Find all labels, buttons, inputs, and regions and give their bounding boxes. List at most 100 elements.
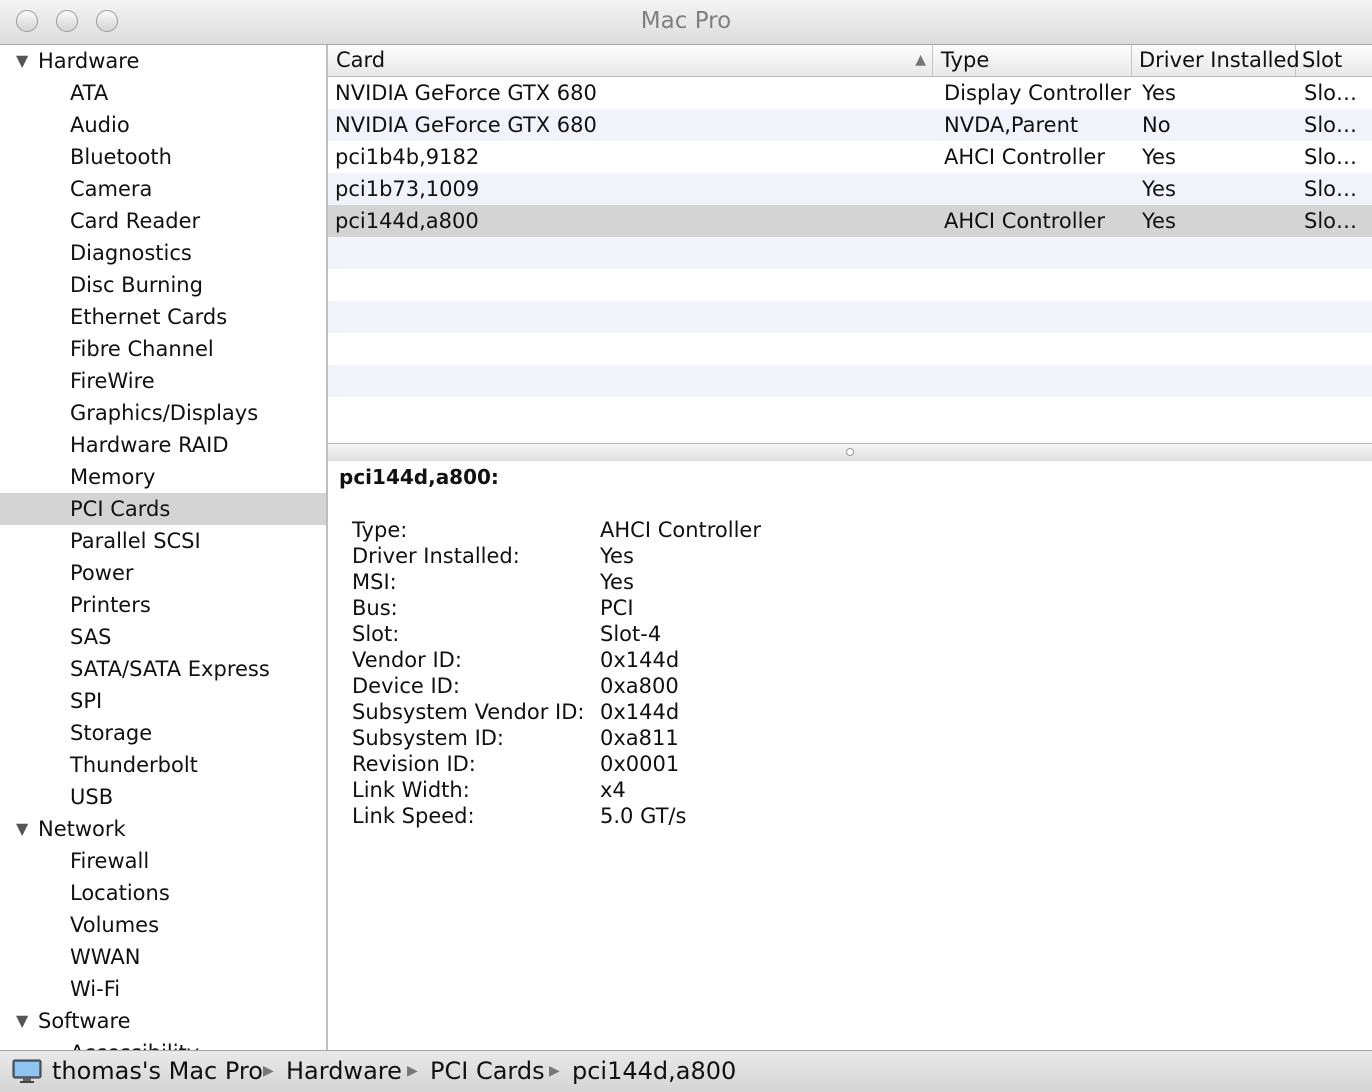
detail-field-value: Slot-4: [600, 622, 662, 646]
detail-field-value: 0x144d: [600, 648, 680, 672]
divider-handle-icon[interactable]: [846, 448, 854, 456]
detail-field: Slot: Slot-4: [352, 621, 661, 647]
sidebar-item-storage[interactable]: Storage: [0, 717, 326, 749]
sidebar-item-spi[interactable]: SPI: [0, 685, 326, 717]
detail-field-key: Driver Installed:: [352, 544, 520, 568]
sidebar-item-usb[interactable]: USB: [0, 781, 326, 813]
sidebar-item-accessibility[interactable]: Accessibility: [0, 1037, 326, 1050]
column-header-slot[interactable]: Slot: [1296, 45, 1372, 76]
detail-field: Subsystem Vendor ID: 0x144d: [352, 699, 679, 725]
sidebar-item-graphics-displays[interactable]: Graphics/Displays: [0, 397, 326, 429]
detail-field-key: Vendor ID:: [352, 648, 462, 672]
sidebar-item-label: SATA/SATA Express: [70, 657, 270, 681]
detail-field-value: AHCI Controller: [600, 518, 761, 542]
sidebar-item-audio[interactable]: Audio: [0, 109, 326, 141]
pci-cards-table[interactable]: Card ▲ Type Driver Installed Slot NVIDIA…: [328, 45, 1372, 443]
sidebar-item-wi-fi[interactable]: Wi-Fi: [0, 973, 326, 1005]
sidebar-group-network[interactable]: ▼ Network: [0, 813, 326, 845]
disclosure-triangle-icon[interactable]: ▼: [16, 1005, 28, 1037]
table-row[interactable]: pci1b4b,9182 AHCI Controller Yes Slo…: [328, 141, 1372, 173]
sidebar-item-thunderbolt[interactable]: Thunderbolt: [0, 749, 326, 781]
sidebar-item-label: Graphics/Displays: [70, 401, 259, 425]
sidebar-item-diagnostics[interactable]: Diagnostics: [0, 237, 326, 269]
table-cell-card: pci1b73,1009: [335, 177, 480, 201]
sidebar-item-camera[interactable]: Camera: [0, 173, 326, 205]
sidebar-item-label: Camera: [70, 177, 153, 201]
sidebar-item-fibre-channel[interactable]: Fibre Channel: [0, 333, 326, 365]
table-row[interactable]: [328, 365, 1372, 397]
sidebar-item-hardware-raid[interactable]: Hardware RAID: [0, 429, 326, 461]
sidebar-item-volumes[interactable]: Volumes: [0, 909, 326, 941]
sidebar-item-label: Disc Burning: [70, 273, 203, 297]
table-body[interactable]: NVIDIA GeForce GTX 680 Display Controller…: [328, 77, 1372, 429]
detail-field: Link Speed: 5.0 GT/s: [352, 803, 686, 829]
sidebar-item-label: Memory: [70, 465, 156, 489]
sidebar-item-label: WWAN: [70, 945, 141, 969]
table-row[interactable]: [328, 301, 1372, 333]
path-crumb-pci-cards[interactable]: PCI Cards: [430, 1057, 545, 1085]
sidebar-item-sas[interactable]: SAS: [0, 621, 326, 653]
path-crumb-computer[interactable]: thomas's Mac Pro: [52, 1057, 263, 1085]
path-crumb-device[interactable]: pci144d,a800: [572, 1057, 736, 1085]
detail-field: MSI: Yes: [352, 569, 634, 595]
sidebar-group-label: Hardware: [38, 49, 140, 73]
table-cell-type: Display Controller: [944, 81, 1132, 105]
detail-field: Bus: PCI: [352, 595, 634, 621]
table-row[interactable]: pci144d,a800 AHCI Controller Yes Slo…: [328, 205, 1372, 237]
detail-field: Link Width: x4: [352, 777, 626, 803]
contents-sidebar[interactable]: ▼ Hardware ATA Audio Bluetooth Camera Card R…: [0, 45, 326, 1050]
sidebar-item-memory[interactable]: Memory: [0, 461, 326, 493]
sidebar-item-firewall[interactable]: Firewall: [0, 845, 326, 877]
sidebar-item-locations[interactable]: Locations: [0, 877, 326, 909]
detail-field: Type: AHCI Controller: [352, 517, 761, 543]
column-header-card[interactable]: Card ▲: [328, 45, 933, 76]
sidebar-item-sata-sata-express[interactable]: SATA/SATA Express: [0, 653, 326, 685]
split-view-divider[interactable]: [328, 443, 1372, 462]
sidebar-item-firewire[interactable]: FireWire: [0, 365, 326, 397]
sidebar-item-bluetooth[interactable]: Bluetooth: [0, 141, 326, 173]
path-separator-icon: ▶: [263, 1063, 274, 1079]
table-row[interactable]: [328, 269, 1372, 301]
table-row[interactable]: [328, 237, 1372, 269]
table-row[interactable]: [328, 333, 1372, 365]
sidebar-item-card-reader[interactable]: Card Reader: [0, 205, 326, 237]
sidebar-item-wwan[interactable]: WWAN: [0, 941, 326, 973]
path-separator-icon: ▶: [407, 1063, 418, 1079]
table-cell-card: pci144d,a800: [335, 209, 479, 233]
sidebar-item-disc-burning[interactable]: Disc Burning: [0, 269, 326, 301]
system-information-window: Mac Pro ▼ Hardware ATA Audio Bluetooth Came…: [0, 0, 1372, 1092]
disclosure-triangle-icon[interactable]: ▼: [16, 813, 28, 845]
sidebar-item-label: Hardware RAID: [70, 433, 229, 457]
sidebar-item-label: Wi-Fi: [70, 977, 121, 1001]
path-crumb-hardware[interactable]: Hardware: [286, 1057, 402, 1085]
detail-field: Device ID: 0xa800: [352, 673, 679, 699]
table-row[interactable]: [328, 397, 1372, 429]
detail-field: Subsystem ID: 0xa811: [352, 725, 679, 751]
sidebar-item-printers[interactable]: Printers: [0, 589, 326, 621]
sidebar-item-parallel-scsi[interactable]: Parallel SCSI: [0, 525, 326, 557]
detail-field-value: x4: [600, 778, 626, 802]
sidebar-item-label: FireWire: [70, 369, 155, 393]
detail-field-key: Subsystem Vendor ID:: [352, 700, 585, 724]
column-header-type[interactable]: Type: [933, 45, 1132, 76]
sidebar-group-software[interactable]: ▼ Software: [0, 1005, 326, 1037]
table-row[interactable]: NVIDIA GeForce GTX 680 Display Controller…: [328, 77, 1372, 109]
sidebar-item-ethernet-cards[interactable]: Ethernet Cards: [0, 301, 326, 333]
table-cell-card: pci1b4b,9182: [335, 145, 480, 169]
detail-field-key: MSI:: [352, 570, 397, 594]
sidebar-item-label: Volumes: [70, 913, 160, 937]
sidebar-item-label: Accessibility: [70, 1041, 199, 1050]
sidebar-item-label: Diagnostics: [70, 241, 192, 265]
sidebar-item-pci-cards[interactable]: PCI Cards: [0, 493, 326, 525]
column-header-driver-installed[interactable]: Driver Installed: [1132, 45, 1300, 76]
sidebar-item-ata[interactable]: ATA: [0, 77, 326, 109]
sidebar-item-label: PCI Cards: [70, 497, 171, 521]
table-row[interactable]: pci1b73,1009 Yes Slo…: [328, 173, 1372, 205]
detail-field-key: Link Width:: [352, 778, 470, 802]
table-row[interactable]: NVIDIA GeForce GTX 680 NVDA,Parent No Slo…: [328, 109, 1372, 141]
detail-field-key: Slot:: [352, 622, 400, 646]
sidebar-group-hardware[interactable]: ▼ Hardware: [0, 45, 326, 77]
table-cell-type: NVDA,Parent: [944, 113, 1079, 137]
disclosure-triangle-icon[interactable]: ▼: [16, 45, 28, 77]
sidebar-item-power[interactable]: Power: [0, 557, 326, 589]
